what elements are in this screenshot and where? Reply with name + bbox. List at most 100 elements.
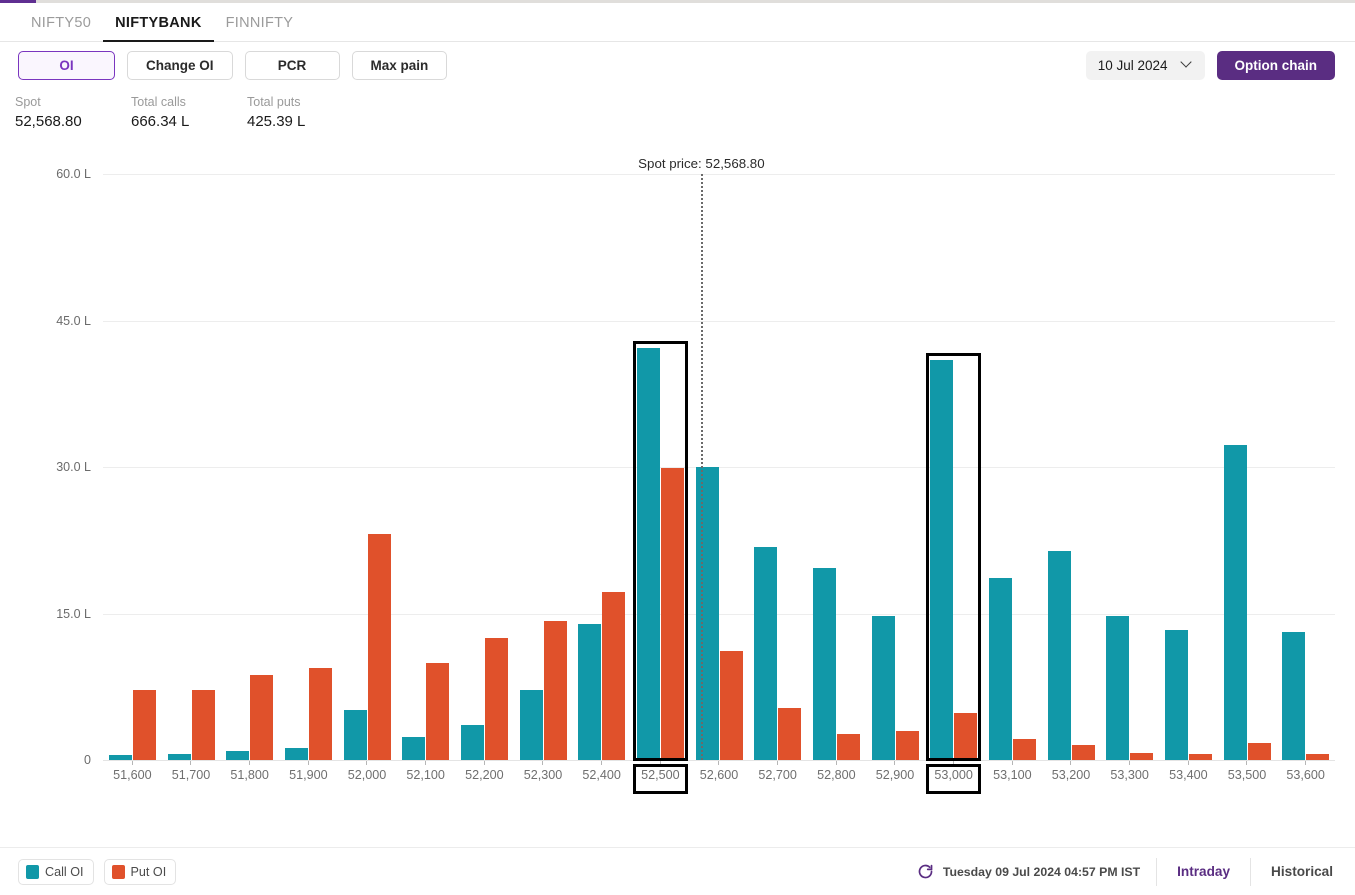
bar-group[interactable]: [220, 174, 279, 765]
call-oi-bar[interactable]: [1282, 632, 1306, 760]
call-oi-bar[interactable]: [871, 616, 895, 760]
call-oi-bar[interactable]: [402, 736, 426, 760]
put-oi-bar[interactable]: [191, 689, 215, 760]
put-oi-bar[interactable]: [309, 668, 332, 760]
x-axis-tick-label: 52,100: [406, 768, 445, 782]
bar-group[interactable]: [396, 174, 455, 765]
put-oi-bar[interactable]: [133, 689, 156, 760]
y-axis-tick-label: 60.0 L: [56, 167, 91, 181]
index-tab-finnifty[interactable]: FINNIFTY: [214, 3, 306, 42]
put-oi-bar[interactable]: [543, 621, 567, 760]
stat-total-puts: Total puts 425.39 L: [247, 94, 363, 133]
bar-group[interactable]: [279, 174, 338, 765]
call-oi-bar[interactable]: [519, 689, 543, 760]
x-axis-baseline: [103, 760, 1335, 761]
put-oi-bar[interactable]: [778, 708, 802, 760]
bar-group[interactable]: [514, 174, 573, 765]
bar-group[interactable]: [1042, 174, 1101, 765]
oi-bar-chart: 0 15.0 L 30.0 L 45.0 L 60.0 L 51,600 51,700 51,…: [0, 150, 1355, 810]
call-oi-bar[interactable]: [343, 710, 367, 760]
bar-group[interactable]: [748, 174, 807, 765]
y-axis-tick-label: 0: [84, 753, 91, 767]
bar-group[interactable]: [690, 174, 749, 765]
put-oi-bar[interactable]: [426, 663, 450, 760]
bar-group[interactable]: [162, 174, 221, 765]
bar-group[interactable]: [1159, 174, 1218, 765]
index-tab-nifty50[interactable]: NIFTY50: [19, 3, 103, 42]
call-oi-bar[interactable]: [930, 359, 954, 760]
stat-label: Spot: [15, 95, 41, 109]
metric-button-change-oi[interactable]: Change OI: [127, 50, 233, 80]
put-oi-bar[interactable]: [1013, 738, 1036, 760]
call-oi-bar[interactable]: [1047, 551, 1071, 760]
put-oi-bar[interactable]: [250, 675, 274, 760]
footer-divider-2: [1250, 857, 1252, 886]
call-oi-bar[interactable]: [578, 624, 602, 760]
option-chain-button[interactable]: Option chain: [1216, 50, 1335, 80]
call-oi-bar[interactable]: [461, 724, 484, 760]
put-oi-bar[interactable]: [954, 713, 978, 760]
call-oi-bar[interactable]: [285, 748, 308, 760]
call-oi-bar[interactable]: [1223, 444, 1247, 760]
put-oi-bar[interactable]: [1071, 745, 1095, 760]
stat-value: 666.34 L: [131, 113, 190, 130]
expiry-date-select[interactable]: 10 Jul 2024: [1085, 50, 1205, 80]
bar-group[interactable]: [1100, 174, 1159, 765]
legend-label: Put OI: [130, 864, 167, 879]
bar-group[interactable]: [866, 174, 925, 765]
index-tab-niftybank[interactable]: NIFTYBANK: [103, 3, 214, 42]
x-axis-tick-label: 53,400: [1169, 768, 1208, 782]
put-oi-bar[interactable]: [837, 733, 860, 760]
x-axis-tick-label: 52,800: [817, 768, 856, 782]
chart-footer: Call OI Put OI Tuesday 09 Jul 2024 04:57 …: [0, 847, 1355, 895]
bar-group[interactable]: [572, 174, 631, 765]
call-oi-bar[interactable]: [989, 578, 1012, 760]
put-oi-bar[interactable]: [895, 730, 919, 760]
last-updated-timestamp: Tuesday 09 Jul 2024 04:57 PM IST: [942, 864, 1141, 879]
put-oi-bar[interactable]: [367, 534, 391, 760]
bar-group[interactable]: [1218, 174, 1277, 765]
put-oi-bar[interactable]: [1130, 753, 1154, 760]
legend-swatch: [111, 864, 125, 879]
x-axis-tick-label: 52,500: [641, 768, 680, 782]
metric-button-oi[interactable]: OI: [18, 50, 115, 80]
bar-group[interactable]: [924, 174, 983, 765]
call-oi-bar[interactable]: [1106, 616, 1130, 760]
historical-link[interactable]: Historical: [1267, 864, 1337, 879]
intraday-link[interactable]: Intraday: [1173, 864, 1234, 879]
bar-group[interactable]: [983, 174, 1042, 765]
x-axis-tick-label: 52,900: [875, 768, 915, 782]
legend-item-call-oi[interactable]: Call OI: [18, 858, 94, 885]
bar-group[interactable]: [103, 174, 162, 765]
metric-button-pcr[interactable]: PCR: [244, 50, 340, 80]
call-oi-bar[interactable]: [813, 567, 836, 760]
put-oi-bar[interactable]: [661, 467, 684, 760]
bar-group[interactable]: [455, 174, 514, 765]
bar-group[interactable]: [631, 174, 690, 765]
spot-price-label: Spot price: 52,568.80: [638, 156, 765, 171]
call-oi-bar[interactable]: [754, 547, 778, 760]
refresh-icon[interactable]: [917, 863, 934, 880]
metric-button-max-pain[interactable]: Max pain: [351, 50, 448, 80]
put-oi-bar[interactable]: [1247, 743, 1271, 760]
put-oi-bar[interactable]: [602, 592, 626, 760]
x-axis-tick-label: 52,000: [347, 768, 387, 782]
stat-spot: Spot 52,568.80: [15, 94, 131, 133]
stat-total-calls: Total calls 666.34 L: [131, 94, 247, 133]
x-axis-tick-label: 53,300: [1110, 768, 1149, 782]
x-axis-tick-label: 51,700: [171, 768, 211, 782]
put-oi-bar[interactable]: [719, 650, 743, 760]
put-oi-bar[interactable]: [485, 637, 508, 760]
x-axis-tick-label: 52,200: [465, 768, 504, 782]
call-oi-bar[interactable]: [1165, 630, 1188, 760]
call-oi-bar[interactable]: [637, 347, 660, 760]
legend-item-put-oi[interactable]: Put OI: [103, 858, 177, 885]
call-oi-bar[interactable]: [226, 751, 250, 760]
y-axis-tick-label: 30.0 L: [56, 460, 91, 474]
bar-group[interactable]: [338, 174, 397, 765]
call-oi-bar[interactable]: [695, 467, 719, 760]
bar-group[interactable]: [1276, 174, 1335, 765]
stat-label: Total puts: [247, 95, 301, 109]
bar-group[interactable]: [807, 174, 866, 765]
chevron-down-icon: [1182, 58, 1193, 69]
